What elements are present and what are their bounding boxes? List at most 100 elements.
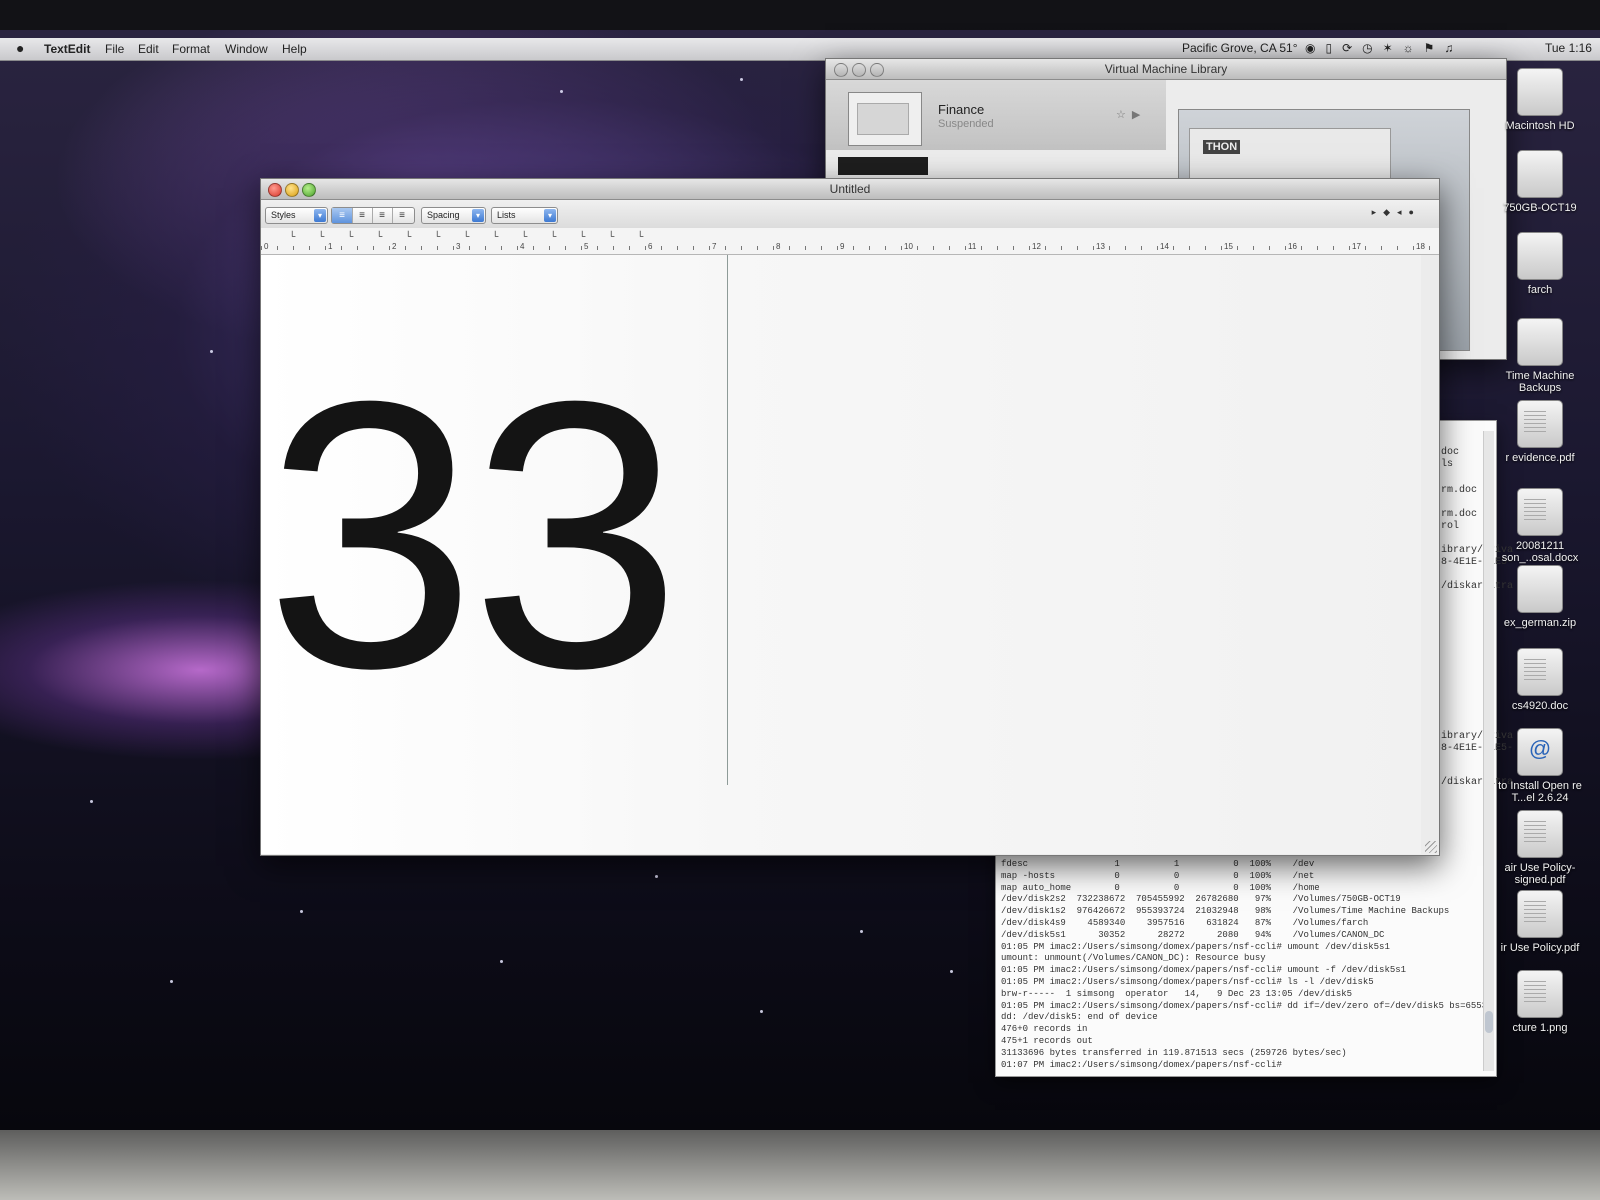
tab-stop-marker[interactable]: └: [550, 231, 556, 241]
document-area[interactable]: 33: [261, 255, 1421, 854]
terminal-line: 01:05 PM imac2:/Users/simsong/domex/pape…: [1001, 965, 1407, 976]
window-title: Virtual Machine Library: [1104, 62, 1228, 76]
menu-edit[interactable]: Edit: [138, 42, 159, 56]
ruler-number: 9: [840, 242, 845, 251]
web-location-icon: @: [1517, 728, 1563, 776]
tab-stop-marker[interactable]: └: [405, 231, 411, 241]
vm-name: Finance: [938, 102, 985, 117]
desktop-icon-fair-use-signed[interactable]: air Use Policy-signed.pdf: [1480, 810, 1600, 886]
desktop-icon-label: 750GB-OCT19: [1503, 202, 1577, 214]
tab-stop-marker[interactable]: └: [318, 231, 324, 241]
zoom-button[interactable]: [302, 183, 316, 197]
desktop-icon-macintosh-hd[interactable]: Macintosh HD: [1480, 68, 1600, 132]
apple-menu-icon[interactable]: ●: [16, 40, 24, 56]
ruler-number: 2: [392, 242, 397, 251]
menu-help[interactable]: Help: [282, 42, 307, 56]
vm-list-item-finance[interactable]: Finance Suspended ☆▶: [826, 80, 1166, 150]
desktop-icon-label: r evidence.pdf: [1505, 452, 1575, 464]
ruler-number: 0: [264, 242, 269, 251]
ruler-number: 16: [1288, 242, 1297, 251]
zip-archive-icon: [1517, 565, 1563, 613]
tab-stop-marker[interactable]: └: [434, 231, 440, 241]
pdf-document-icon: [1517, 810, 1563, 858]
align-justify-button[interactable]: ≡: [372, 208, 393, 223]
vm-library-titlebar[interactable]: Virtual Machine Library: [826, 59, 1506, 80]
tab-stop-marker[interactable]: └: [637, 231, 643, 241]
terminal-fragment: rm.doc: [1441, 485, 1478, 496]
tab-stop-marker[interactable]: └: [289, 231, 295, 241]
menu-format[interactable]: Format: [172, 42, 210, 56]
minimize-button[interactable]: [285, 183, 299, 197]
ruler-number: 10: [904, 242, 913, 251]
textedit-titlebar[interactable]: Untitled: [261, 179, 1439, 200]
desktop-icon-zip[interactable]: ex_german.zip: [1480, 565, 1600, 629]
pdf-document-icon: [1517, 400, 1563, 448]
menu-extras-icons[interactable]: ◉▯⟳◷✶☼⚑♫: [1305, 41, 1463, 55]
terminal-line: 01:05 PM imac2:/Users/simsong/domex/pape…: [1001, 976, 1374, 987]
align-center-button[interactable]: ≡: [352, 208, 373, 223]
terminal-fragment: ls: [1441, 459, 1454, 470]
menu-window[interactable]: Window: [225, 42, 268, 56]
tab-stop-marker[interactable]: └: [376, 231, 382, 241]
vm-thumbnail: [848, 92, 922, 146]
ruler-number: 12: [1032, 242, 1041, 251]
tab-stop-marker[interactable]: └: [521, 231, 527, 241]
minimize-button[interactable]: [852, 63, 866, 77]
ruler-number: 6: [648, 242, 653, 251]
desktop-icon-docx[interactable]: 20081211 son_..osal.docx: [1480, 488, 1600, 564]
styles-label: Styles: [271, 210, 296, 220]
alignment-control: ≡ ≡ ≡ ≡: [331, 207, 415, 224]
terminal-line: brw-r----- 1 simsong operator 14, 9 Dec …: [1001, 988, 1353, 999]
ruler[interactable]: 0 1 2 3 4 5 6 7 8 9 10 11 12 13 14 15 16 17 18 └ └ └ └ └ └ └ └ └ └ └ └…: [261, 228, 1439, 255]
lists-popup[interactable]: Lists ▾: [491, 207, 558, 224]
terminal-line: 475+1 records out: [1001, 1035, 1093, 1046]
close-button[interactable]: [268, 183, 282, 197]
tab-stop-marker[interactable]: └: [463, 231, 469, 241]
desktop-icon-750gb-oct19[interactable]: 750GB-OCT19: [1480, 150, 1600, 214]
ruler-number: 11: [968, 242, 977, 251]
terminal-line: 01:07 PM imac2:/Users/simsong/domex/pape…: [1001, 1059, 1288, 1070]
document-page[interactable]: 33: [261, 255, 1421, 854]
close-button[interactable]: [834, 63, 848, 77]
desktop-icon-fair-use[interactable]: ir Use Policy.pdf: [1480, 890, 1600, 954]
terminal-line: /dev/disk2s2 732238672 705455992 2678268…: [1001, 894, 1401, 905]
tab-stop-marker[interactable]: └: [347, 231, 353, 241]
tab-stop-marker[interactable]: └: [579, 231, 585, 241]
styles-popup[interactable]: Styles ▾: [265, 207, 328, 224]
ruler-number: 17: [1352, 242, 1361, 251]
ruler-number: 3: [456, 242, 461, 251]
desktop-icon-install-link[interactable]: @ to Install Open re T...el 2.6.24: [1480, 728, 1600, 804]
desktop-icon-cs4920[interactable]: cs4920.doc: [1480, 648, 1600, 712]
document-text[interactable]: 33: [265, 345, 682, 725]
desktop-icon-label: to Install Open re T...el 2.6.24: [1498, 780, 1582, 804]
ruler-number: 8: [776, 242, 781, 251]
desktop-icon-picture[interactable]: cture 1.png: [1480, 970, 1600, 1034]
terminal-line: 01:05 PM imac2:/Users/simsong/domex/pape…: [1001, 941, 1390, 952]
ruler-number: 7: [712, 242, 717, 251]
desktop-icon-evidence-pdf[interactable]: r evidence.pdf: [1480, 400, 1600, 464]
terminal-line: map -hosts 0 0 0 100% /net: [1001, 870, 1315, 881]
zoom-button[interactable]: [870, 63, 884, 77]
tab-stop-marker[interactable]: └: [492, 231, 498, 241]
vm-action-icons[interactable]: ☆▶: [1116, 108, 1146, 121]
menu-textedit[interactable]: TextEdit: [44, 42, 90, 56]
hard-drive-icon: [1517, 68, 1563, 116]
desktop-icon-time-machine[interactable]: Time Machine Backups: [1480, 318, 1600, 394]
menu-file[interactable]: File: [105, 42, 124, 56]
spacing-popup[interactable]: Spacing ▾: [421, 207, 486, 224]
ruler-number: 1: [328, 242, 333, 251]
weather-widget[interactable]: Pacific Grove, CA 51°: [1182, 41, 1298, 55]
tab-stop-icons[interactable]: ▸◆◂●: [1372, 207, 1421, 218]
tab-stop-marker[interactable]: └: [608, 231, 614, 241]
ruler-number: 18: [1416, 242, 1425, 251]
terminal-line: fdesc 1 1 0 100% /dev: [1001, 859, 1315, 869]
menu-clock[interactable]: Tue 1:16: [1545, 41, 1592, 55]
resize-grip-icon[interactable]: [1425, 841, 1437, 853]
pdf-document-icon: [1517, 890, 1563, 938]
align-left-button[interactable]: ≡: [332, 208, 353, 223]
align-right-button[interactable]: ≡: [392, 208, 412, 223]
vm-list-item-second[interactable]: [838, 157, 928, 175]
terminal-line: 476+0 records in: [1001, 1024, 1088, 1035]
desktop-icon-farch[interactable]: farch: [1480, 232, 1600, 296]
window-title: Untitled: [829, 182, 871, 196]
